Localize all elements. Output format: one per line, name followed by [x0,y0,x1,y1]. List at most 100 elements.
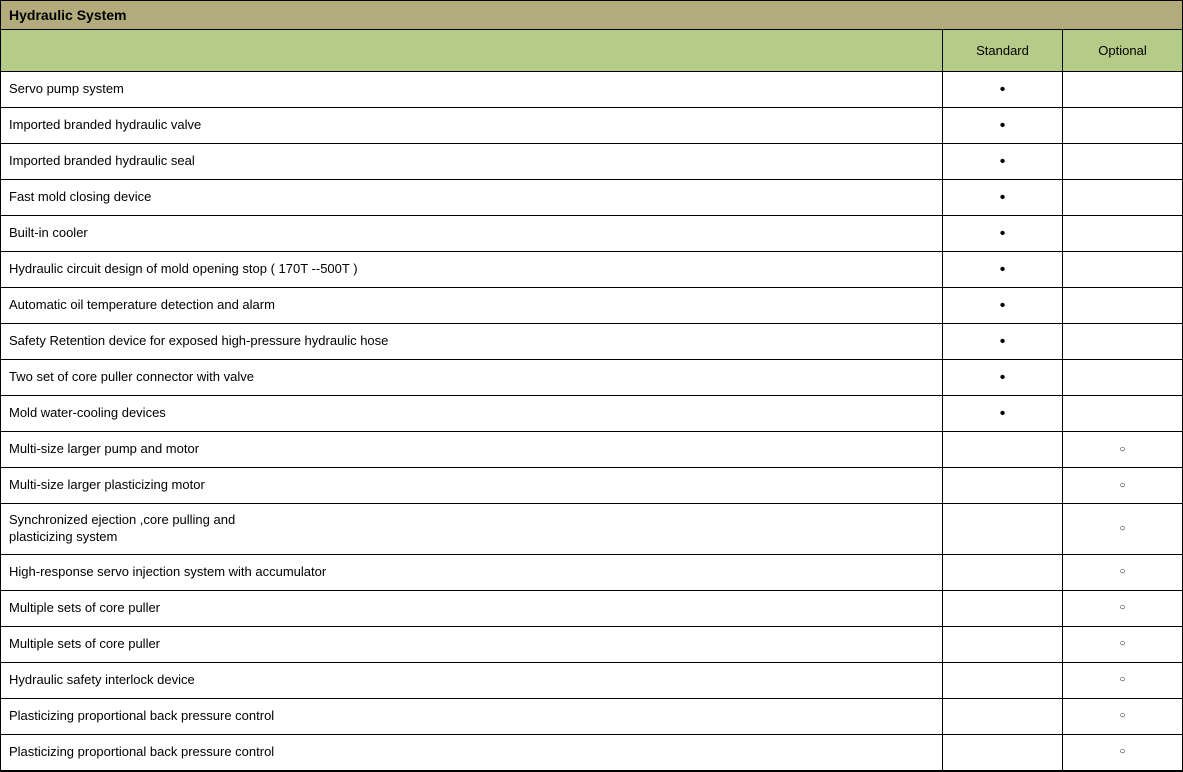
optional-cell [1062,216,1182,251]
bullet-icon: • [1000,298,1006,314]
optional-cell [1062,252,1182,287]
table-row: Multiple sets of core puller ○ [1,591,1182,627]
standard-cell [942,504,1062,554]
standard-cell [942,591,1062,626]
feature-cell: Plasticizing proportional back pressure … [1,699,942,734]
table-row: High-response servo injection system wit… [1,555,1182,591]
circle-icon: ○ [1119,524,1125,534]
feature-cell: Imported branded hydraulic valve [1,108,942,143]
table-row: Multiple sets of core puller ○ [1,627,1182,663]
table-row: Hydraulic circuit design of mold opening… [1,252,1182,288]
feature-cell: High-response servo injection system wit… [1,555,942,590]
bullet-icon: • [1000,118,1006,134]
feature-cell: Servo pump system [1,72,942,107]
circle-icon: ○ [1119,567,1125,577]
bullet-icon: • [1000,370,1006,386]
hydraulic-system-table: Hydraulic System Standard Optional Servo… [0,0,1183,772]
standard-cell: • [942,144,1062,179]
optional-cell: ○ [1062,555,1182,590]
circle-icon: ○ [1119,711,1125,721]
feature-cell: Hydraulic safety interlock device [1,663,942,698]
optional-cell [1062,360,1182,395]
optional-cell [1062,288,1182,323]
feature-cell: Multiple sets of core puller [1,591,942,626]
standard-cell: • [942,252,1062,287]
standard-cell: • [942,108,1062,143]
bullet-icon: • [1000,82,1006,98]
optional-cell [1062,324,1182,359]
table-row: Synchronized ejection ,core pulling and … [1,504,1182,555]
standard-cell [942,432,1062,467]
standard-cell [942,699,1062,734]
optional-cell: ○ [1062,627,1182,662]
table-row: Two set of core puller connector with va… [1,360,1182,396]
optional-cell: ○ [1062,591,1182,626]
feature-cell: Two set of core puller connector with va… [1,360,942,395]
header-standard-column: Standard [942,30,1062,71]
circle-icon: ○ [1119,639,1125,649]
standard-cell [942,468,1062,503]
optional-cell: ○ [1062,504,1182,554]
header-optional-column: Optional [1062,30,1182,71]
standard-cell: • [942,396,1062,431]
bullet-icon: • [1000,262,1006,278]
bullet-icon: • [1000,406,1006,422]
table-row: Imported branded hydraulic seal • [1,144,1182,180]
standard-cell: • [942,360,1062,395]
feature-cell: Fast mold closing device [1,180,942,215]
bullet-icon: • [1000,334,1006,350]
table-row: Automatic oil temperature detection and … [1,288,1182,324]
feature-cell: Imported branded hydraulic seal [1,144,942,179]
standard-cell: • [942,216,1062,251]
standard-cell [942,663,1062,698]
optional-cell: ○ [1062,663,1182,698]
table-row: Mold water-cooling devices • [1,396,1182,432]
circle-icon: ○ [1119,675,1125,685]
table-row: Plasticizing proportional back pressure … [1,735,1182,771]
circle-icon: ○ [1119,603,1125,613]
table-header-row: Standard Optional [1,30,1182,72]
feature-cell: Mold water-cooling devices [1,396,942,431]
feature-cell: Automatic oil temperature detection and … [1,288,942,323]
feature-cell: Built-in cooler [1,216,942,251]
standard-cell [942,735,1062,770]
standard-cell: • [942,72,1062,107]
optional-cell: ○ [1062,468,1182,503]
bullet-icon: • [1000,226,1006,242]
table-row: Fast mold closing device • [1,180,1182,216]
optional-cell [1062,396,1182,431]
feature-cell: Safety Retention device for exposed high… [1,324,942,359]
header-feature-column [1,45,942,57]
standard-cell [942,627,1062,662]
feature-cell: Synchronized ejection ,core pulling and … [1,504,942,554]
standard-cell: • [942,288,1062,323]
standard-cell: • [942,180,1062,215]
table-row: Built-in cooler • [1,216,1182,252]
feature-cell: Hydraulic circuit design of mold opening… [1,252,942,287]
standard-cell: • [942,324,1062,359]
table-row: Plasticizing proportional back pressure … [1,699,1182,735]
feature-cell: Plasticizing proportional back pressure … [1,735,942,770]
bullet-icon: • [1000,190,1006,206]
table-row: Safety Retention device for exposed high… [1,324,1182,360]
table-row: Imported branded hydraulic valve • [1,108,1182,144]
optional-cell [1062,72,1182,107]
feature-cell: Multi-size larger pump and motor [1,432,942,467]
standard-cell [942,555,1062,590]
optional-cell [1062,180,1182,215]
optional-cell [1062,144,1182,179]
optional-cell: ○ [1062,432,1182,467]
table-title: Hydraulic System [1,1,1182,30]
table-row: Hydraulic safety interlock device ○ [1,663,1182,699]
circle-icon: ○ [1119,481,1125,491]
table-row: Multi-size larger pump and motor ○ [1,432,1182,468]
optional-cell: ○ [1062,735,1182,770]
optional-cell [1062,108,1182,143]
feature-cell: Multi-size larger plasticizing motor [1,468,942,503]
circle-icon: ○ [1119,445,1125,455]
optional-cell: ○ [1062,699,1182,734]
feature-cell: Multiple sets of core puller [1,627,942,662]
circle-icon: ○ [1119,747,1125,757]
bullet-icon: • [1000,154,1006,170]
table-row: Servo pump system • [1,72,1182,108]
